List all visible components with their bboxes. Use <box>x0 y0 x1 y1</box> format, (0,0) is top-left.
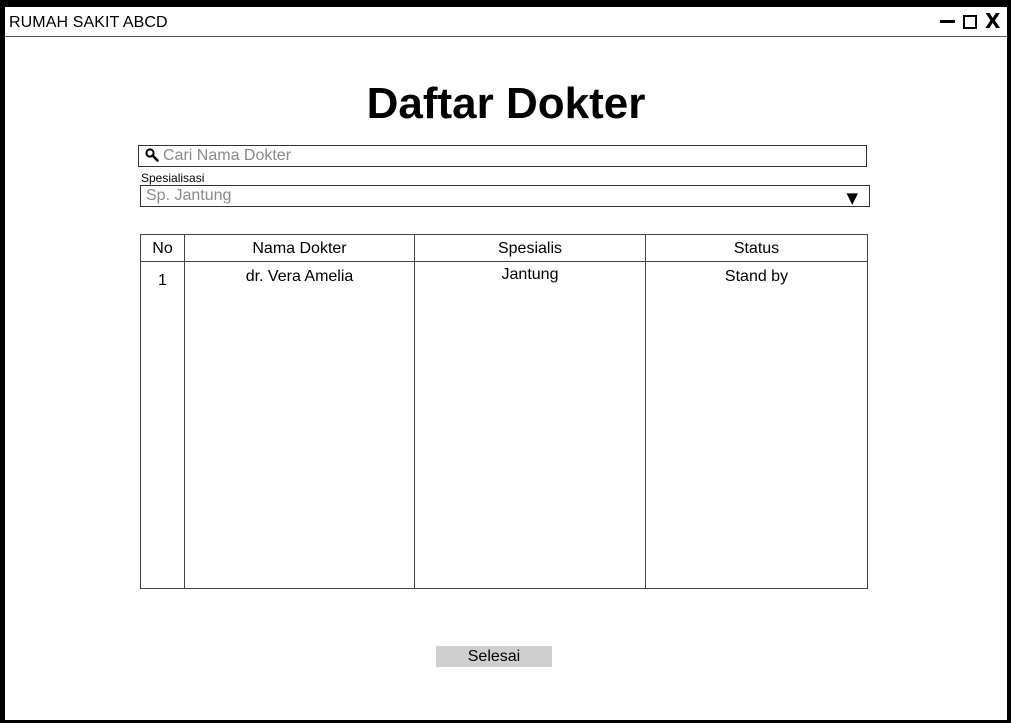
specialization-label: Spesialisasi <box>141 171 205 185</box>
minimize-button[interactable] <box>940 20 955 23</box>
dropdown-arrow-icon[interactable]: ▼ <box>846 189 858 207</box>
search-icon <box>145 148 159 162</box>
column-divider <box>645 235 646 589</box>
specialization-selected-value: Sp. Jantung <box>146 187 232 204</box>
search-field[interactable] <box>138 145 867 167</box>
doctor-table: No Nama Dokter Spesialis Status 1 dr. Ve… <box>140 234 868 589</box>
app-window: RUMAH SAKIT ABCD X Daftar Dokter Spesial… <box>5 7 1007 720</box>
close-button[interactable]: X <box>985 10 1000 32</box>
specialization-select[interactable]: Sp. Jantung ▼ <box>140 185 870 207</box>
header-status: Status <box>733 240 780 257</box>
title-bar: RUMAH SAKIT ABCD X <box>5 7 1007 37</box>
page-title: Daftar Dokter <box>366 79 646 128</box>
column-divider <box>184 235 185 589</box>
table-header-divider <box>141 261 867 262</box>
row-1-status: Stand by <box>724 268 789 285</box>
search-input[interactable] <box>163 146 853 166</box>
header-nama-dokter: Nama Dokter <box>252 240 347 257</box>
header-no: No <box>152 240 173 257</box>
done-button[interactable]: Selesai <box>436 646 552 667</box>
row-1-doctor-name[interactable]: dr. Vera Amelia <box>185 268 414 286</box>
header-spesialis: Spesialis <box>497 240 563 257</box>
maximize-button[interactable] <box>963 15 977 29</box>
column-divider <box>414 235 415 589</box>
row-1-no: 1 <box>158 272 167 289</box>
window-title: RUMAH SAKIT ABCD <box>9 14 168 31</box>
row-1-specialist: Jantung <box>501 266 559 283</box>
